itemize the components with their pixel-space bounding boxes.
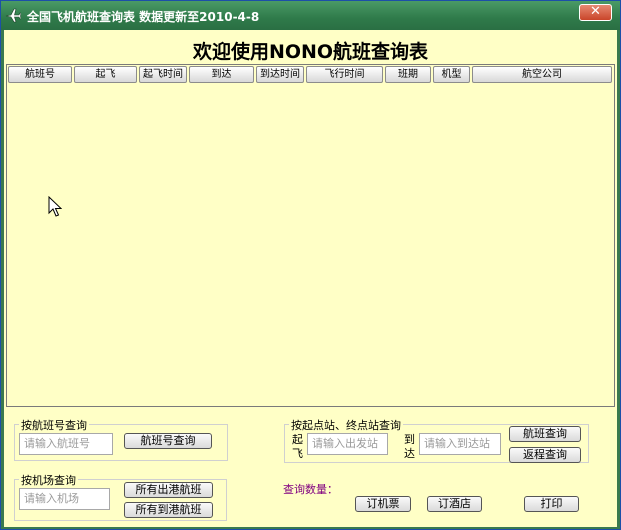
page-title: 欢迎使用NONO航班查询表 [192,41,429,63]
column-header-aircraft-type[interactable]: 机型 [433,66,470,83]
route-search-group: 按起点站、终点站查询 起飞 请输入出发站 到达 请输入到达站 航班查询 返程查询 [284,417,589,463]
arrive-label: 到达 [404,433,415,460]
route-group-title: 按起点站、终点站查询 [289,417,403,433]
depart-label: 起飞 [292,433,303,460]
flight-no-search-button[interactable]: 航班号查询 [124,433,212,449]
column-header-flight-time[interactable]: 飞行时间 [306,66,383,83]
flight-no-group-title: 按航班号查询 [19,417,89,433]
column-header-airline[interactable]: 航空公司 [472,66,612,83]
column-header-arrival[interactable]: 到达 [189,66,254,83]
depart-station-input[interactable]: 请输入出发站 [307,433,388,455]
column-header-flight-no[interactable]: 航班号 [8,66,72,83]
flight-search-button[interactable]: 航班查询 [509,426,581,442]
flight-no-input[interactable]: 请输入航班号 [19,433,113,455]
airport-input[interactable]: 请输入机场 [19,488,110,510]
all-arriving-flights-button[interactable]: 所有到港航班 [124,502,213,518]
column-header-departure-time[interactable]: 起飞时间 [139,66,187,83]
mouse-pointer-icon [48,196,62,217]
close-button[interactable]: ✕ [579,4,612,21]
print-button[interactable]: 打印 [524,496,579,512]
app-window: 全国飞机航班查询表 数据更新至2010-4-8 ✕ 欢迎使用NONO航班查询表 … [0,0,621,530]
column-header-departure[interactable]: 起飞 [74,66,137,83]
title-bar[interactable]: 全国飞机航班查询表 数据更新至2010-4-8 ✕ [1,1,620,30]
close-icon: ✕ [590,4,601,19]
flight-no-search-group: 按航班号查询 请输入航班号 航班号查询 [14,417,228,461]
book-ticket-button[interactable]: 订机票 [355,496,411,512]
query-count-label: 查询数量： [283,483,338,496]
flight-results-grid[interactable]: 航班号 起飞 起飞时间 到达 到达时间 飞行时间 班期 机型 航空公司 [6,64,615,407]
all-departing-flights-button[interactable]: 所有出港航班 [124,482,213,498]
column-header-schedule[interactable]: 班期 [385,66,431,83]
airplane-icon [5,8,21,23]
return-search-button[interactable]: 返程查询 [509,447,581,463]
client-area: 欢迎使用NONO航班查询表 航班号 起飞 起飞时间 到达 到达时间 飞行时间 班… [4,30,617,527]
book-hotel-button[interactable]: 订酒店 [427,496,482,512]
airport-search-group: 按机场查询 请输入机场 所有出港航班 所有到港航班 [14,472,227,521]
window-title: 全国飞机航班查询表 数据更新至2010-4-8 [27,10,260,24]
arrive-station-input[interactable]: 请输入到达站 [419,433,501,455]
airport-group-title: 按机场查询 [19,472,78,488]
column-header-arrival-time[interactable]: 到达时间 [256,66,304,83]
